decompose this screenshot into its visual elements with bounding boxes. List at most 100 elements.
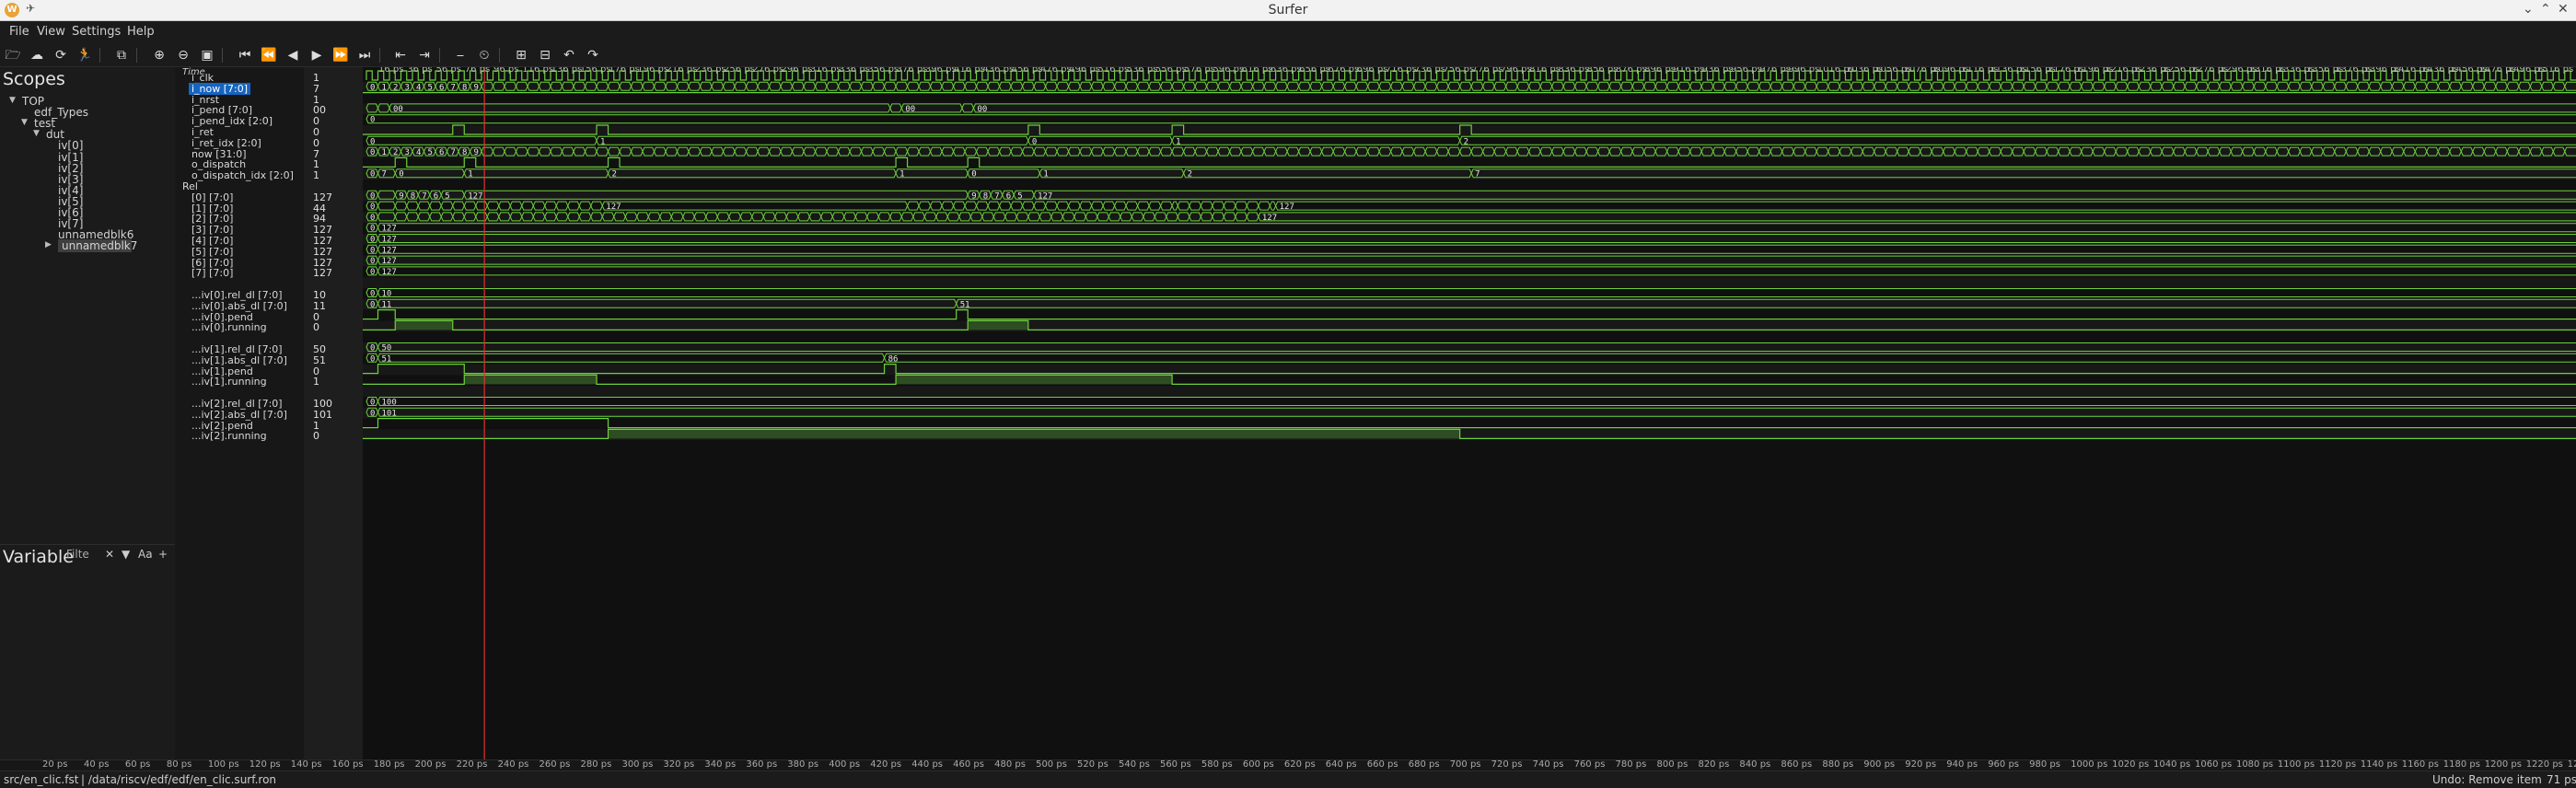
menu-settings[interactable]: Settings [72, 25, 121, 39]
open-file-icon[interactable]: 🗁 [4, 46, 22, 64]
bottom-tick-label: 600 ps [1242, 759, 1274, 770]
bus-value-label: 0 [1032, 137, 1037, 146]
run-icon[interactable]: 🏃 [75, 46, 94, 64]
next-transition-icon[interactable]: ⇥ [415, 46, 434, 64]
signal-name[interactable]: ...iv[1].running [191, 376, 267, 388]
bottom-tick-label: 1200 ps [2484, 759, 2522, 770]
bus-segment [1010, 201, 1024, 211]
time-tick-label: 716 ps [1385, 67, 1417, 75]
time-tick-label: 936 ps [1701, 67, 1734, 75]
go-to-end-icon[interactable]: ⏭ [355, 46, 374, 64]
copy-icon[interactable]: ⧉ [112, 46, 131, 64]
bus-segment [1033, 201, 1047, 211]
bit-wave [363, 418, 2576, 429]
time-tick-label: 596 ps [1213, 67, 1245, 75]
maximize-icon[interactable]: ⌃ [2540, 2, 2551, 17]
row-background [363, 190, 2576, 202]
bottom-tick-label: 400 ps [829, 759, 861, 770]
close-icon[interactable]: ✕ [2558, 2, 2569, 17]
bottom-tick-label: 1060 ps [2195, 759, 2233, 770]
tree-toggle-icon[interactable]: ▼ [33, 129, 40, 138]
signal-name[interactable]: o_dispatch_idx [2:0] [191, 169, 294, 181]
bus-value-label: 0 [399, 170, 403, 180]
scope-item[interactable]: unnamedblk7 [58, 239, 137, 253]
bus-segment [1125, 201, 1139, 211]
bus-value-label: 1 [1043, 170, 1048, 180]
bus-segment [1258, 201, 1271, 211]
signal-name[interactable]: [7] [7:0] [191, 267, 233, 279]
timer-icon[interactable]: ⏲ [475, 46, 493, 64]
bus-segment [601, 201, 909, 211]
time-tick-label: 316 ps [809, 67, 841, 75]
divider-icon[interactable]: ⎯ [451, 46, 470, 64]
case-sensitive-icon[interactable]: Aa [138, 548, 153, 561]
time-tick-label: 576 ps [1184, 67, 1215, 75]
time-tick-label: 836 ps [1558, 67, 1590, 75]
prev-transition-icon[interactable]: ⇤ [391, 46, 410, 64]
time-tick-label: 636 ps [1270, 67, 1302, 75]
add-marker-icon[interactable]: ⊞ [512, 46, 530, 64]
bus-segment [463, 201, 477, 211]
bus-segment [578, 201, 592, 211]
play-icon[interactable]: ▶ [307, 46, 326, 64]
tree-toggle-icon[interactable]: ▼ [21, 118, 28, 127]
bus-segment [964, 201, 978, 211]
go-to-start-icon[interactable]: ⏮ [236, 46, 254, 64]
minimize-icon[interactable]: ⌄ [2523, 2, 2534, 17]
waveform-view[interactable]: ps16 ps36 ps56 ps76 ps96 ps116 ps136 ps1… [363, 67, 2576, 759]
menu-view[interactable]: View [37, 25, 65, 39]
bottom-tick-label: 1160 ps [2401, 759, 2439, 770]
bottom-tick-label: 820 ps [1698, 759, 1730, 770]
signal-name[interactable]: ...iv[0].running [191, 321, 267, 333]
reload-icon[interactable]: ⟳ [52, 46, 70, 64]
menu-file[interactable]: File [9, 25, 29, 39]
bus-segment [377, 266, 2576, 276]
bottom-tick-label: 20 ps [42, 759, 68, 770]
row-background [363, 298, 2576, 310]
time-tick-label: 416 ps [954, 67, 985, 75]
time-tick-label: 16 ps [378, 67, 404, 75]
bus-value-label: 0 [370, 290, 375, 299]
bottom-tick-label: 520 ps [1077, 759, 1108, 770]
bus-value-label: 1 [382, 148, 387, 157]
time-tick-label: 296 ps [781, 67, 813, 75]
waveform-canvas[interactable]: 0 1 2 3 4 5 6 7 8 900 00 0000 1 0 1 20 1 2 3 4 5 6 7 8 90 7 0 1 2 1 0 1… [363, 67, 2576, 759]
bus-segment [555, 201, 569, 211]
bottom-tick-label: 80 ps [166, 759, 192, 770]
bottom-tick-label: 500 ps [1036, 759, 1067, 770]
bus-value-label: 00 [393, 105, 403, 114]
menu-help[interactable]: Help [127, 25, 155, 39]
zoom-fit-icon[interactable]: ▣ [198, 46, 216, 64]
open-url-icon[interactable]: ☁ [28, 46, 46, 64]
bottom-tick-label: 60 ps [124, 759, 151, 770]
bus-value-label: 8 [983, 191, 988, 201]
tree-toggle-icon[interactable]: ▶ [45, 240, 52, 249]
signal-name[interactable]: ...iv[2].running [191, 430, 267, 442]
zoom-in-icon[interactable]: ⊕ [150, 46, 168, 64]
bus-value-label: 0 [370, 399, 375, 408]
bus-value-label: 4 [416, 148, 421, 157]
bottom-tick-label: 1120 ps [2318, 759, 2357, 770]
bottom-tick-label: 900 ps [1863, 759, 1896, 770]
bus-segment [1212, 201, 1224, 211]
bus-segment [596, 135, 1029, 145]
bottom-tick-label: 40 ps [83, 759, 110, 770]
fast-forward-icon[interactable]: ⏩ [331, 46, 350, 64]
filter-icon[interactable]: ▼ [122, 548, 130, 561]
zoom-out-icon[interactable]: ⊖ [174, 46, 192, 64]
bus-value-label: 51 [960, 300, 970, 309]
fast-rewind-icon[interactable]: ⏪ [260, 46, 278, 64]
bus-value-label: 7 [382, 170, 387, 180]
step-back-icon[interactable]: ◀ [284, 46, 302, 64]
redo-icon[interactable]: ↷ [584, 46, 602, 64]
undo-icon[interactable]: ↶ [560, 46, 578, 64]
bottom-tick-label: 460 ps [953, 759, 984, 770]
add-variable-icon[interactable]: + [158, 548, 168, 561]
bus-segment [941, 201, 955, 211]
tree-toggle-icon[interactable]: ▼ [9, 96, 16, 105]
row-background [363, 386, 2576, 397]
delete-marker-icon[interactable]: ⊟ [536, 46, 554, 64]
bus-value-label: 2 [393, 83, 398, 92]
clear-filter-icon[interactable]: ✕ [105, 548, 114, 561]
bus-value-label: 127 [382, 268, 397, 277]
